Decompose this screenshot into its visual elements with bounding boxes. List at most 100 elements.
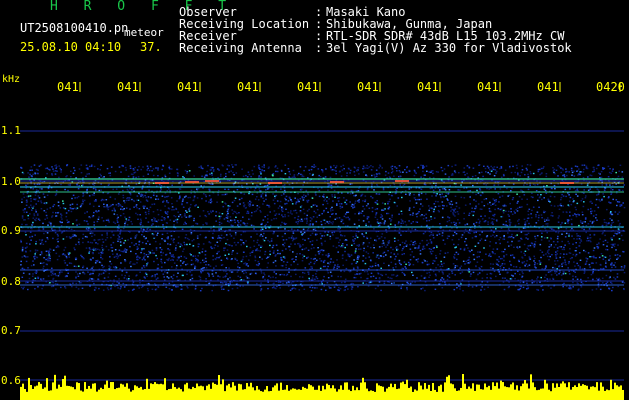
noise-speck [132,176,135,178]
noise-speck [527,176,530,178]
noise-speck [114,198,116,200]
noise-speck [468,212,471,214]
noise-speck [183,223,185,225]
noise-speck [339,239,341,241]
noise-speck [334,196,336,198]
noise-speck [391,274,393,276]
noise-speck [559,271,561,273]
noise-speck [447,268,450,270]
noise-speck [572,278,574,280]
noise-speck [55,215,57,217]
noise-speck [527,232,530,234]
noise-speck [327,265,329,268]
noise-speck [220,259,223,261]
noise-speck [233,219,236,221]
noise-speck [613,264,615,266]
noise-speck [387,241,389,243]
noise-speck [575,250,577,252]
noise-speck [475,231,477,233]
noise-speck [66,221,69,224]
noise-speck [170,168,173,170]
noise-speck [406,288,408,291]
noise-speck [306,229,309,231]
noise-speck [302,228,305,230]
noise-speck [102,289,105,291]
noise-speck [99,173,102,176]
noise-speck [221,264,224,266]
noise-speck [147,289,149,292]
noise-speck [579,267,581,270]
noise-speck [64,275,67,278]
noise-speck [136,262,138,264]
noise-speck [225,267,227,269]
noise-speck [32,279,34,281]
noise-speck [484,215,486,217]
noise-speck [391,216,393,218]
noise-speck [378,224,381,226]
noise-speck [318,189,321,192]
noise-speck [535,214,537,216]
noise-speck [324,265,327,268]
noise-speck [323,209,325,212]
noise-speck [120,250,122,252]
noise-speck [419,208,421,210]
noise-speck [148,183,151,185]
noise-speck [472,254,475,256]
noise-speck [289,289,292,291]
noise-speck [349,172,351,174]
noise-speck [330,275,333,277]
noise-speck [34,277,37,279]
noise-speck [352,207,354,209]
noise-speck [609,184,611,186]
noise-speck [244,207,247,209]
noise-speck [60,216,63,218]
noise-speck [541,236,543,238]
noise-speck [325,200,328,202]
noise-speck [503,288,506,291]
noise-speck [318,174,320,177]
noise-speck [577,289,580,291]
noise-speck [537,276,539,278]
noise-speck [300,231,302,233]
noise-speck [421,205,424,207]
noise-speck [605,221,607,224]
noise-speck [257,264,260,267]
noise-speck [561,240,563,243]
noise-speck [417,261,419,263]
noise-speck [65,236,68,238]
noise-speck [205,200,207,202]
noise-speck [115,266,117,268]
noise-speck [344,250,346,253]
noise-speck [569,252,572,254]
noise-speck [122,194,125,197]
noise-speck [514,224,517,227]
noise-speck [35,203,37,205]
noise-speck [228,171,230,173]
noise-speck [601,233,604,235]
noise-speck [23,286,25,288]
noise-speck [113,266,115,268]
noise-speck [340,165,342,168]
noise-speck [136,258,139,261]
noise-speck [189,206,191,209]
noise-speck [152,194,155,196]
noise-speck [216,256,218,259]
noise-speck [309,223,312,225]
noise-speck [499,258,502,260]
noise-speck [399,184,402,187]
noise-speck [539,263,542,265]
noise-speck [366,188,369,190]
noise-speck [546,217,549,219]
noise-speck [220,173,222,176]
noise-speck [612,168,614,170]
noise-speck [335,165,338,167]
noise-speck [553,168,556,171]
noise-speck [136,199,138,201]
noise-speck [201,167,204,170]
noise-speck [197,206,199,208]
noise-speck [34,253,36,255]
noise-speck [488,210,491,212]
noise-speck [72,172,75,174]
noise-speck [484,239,487,241]
noise-speck [339,205,342,207]
